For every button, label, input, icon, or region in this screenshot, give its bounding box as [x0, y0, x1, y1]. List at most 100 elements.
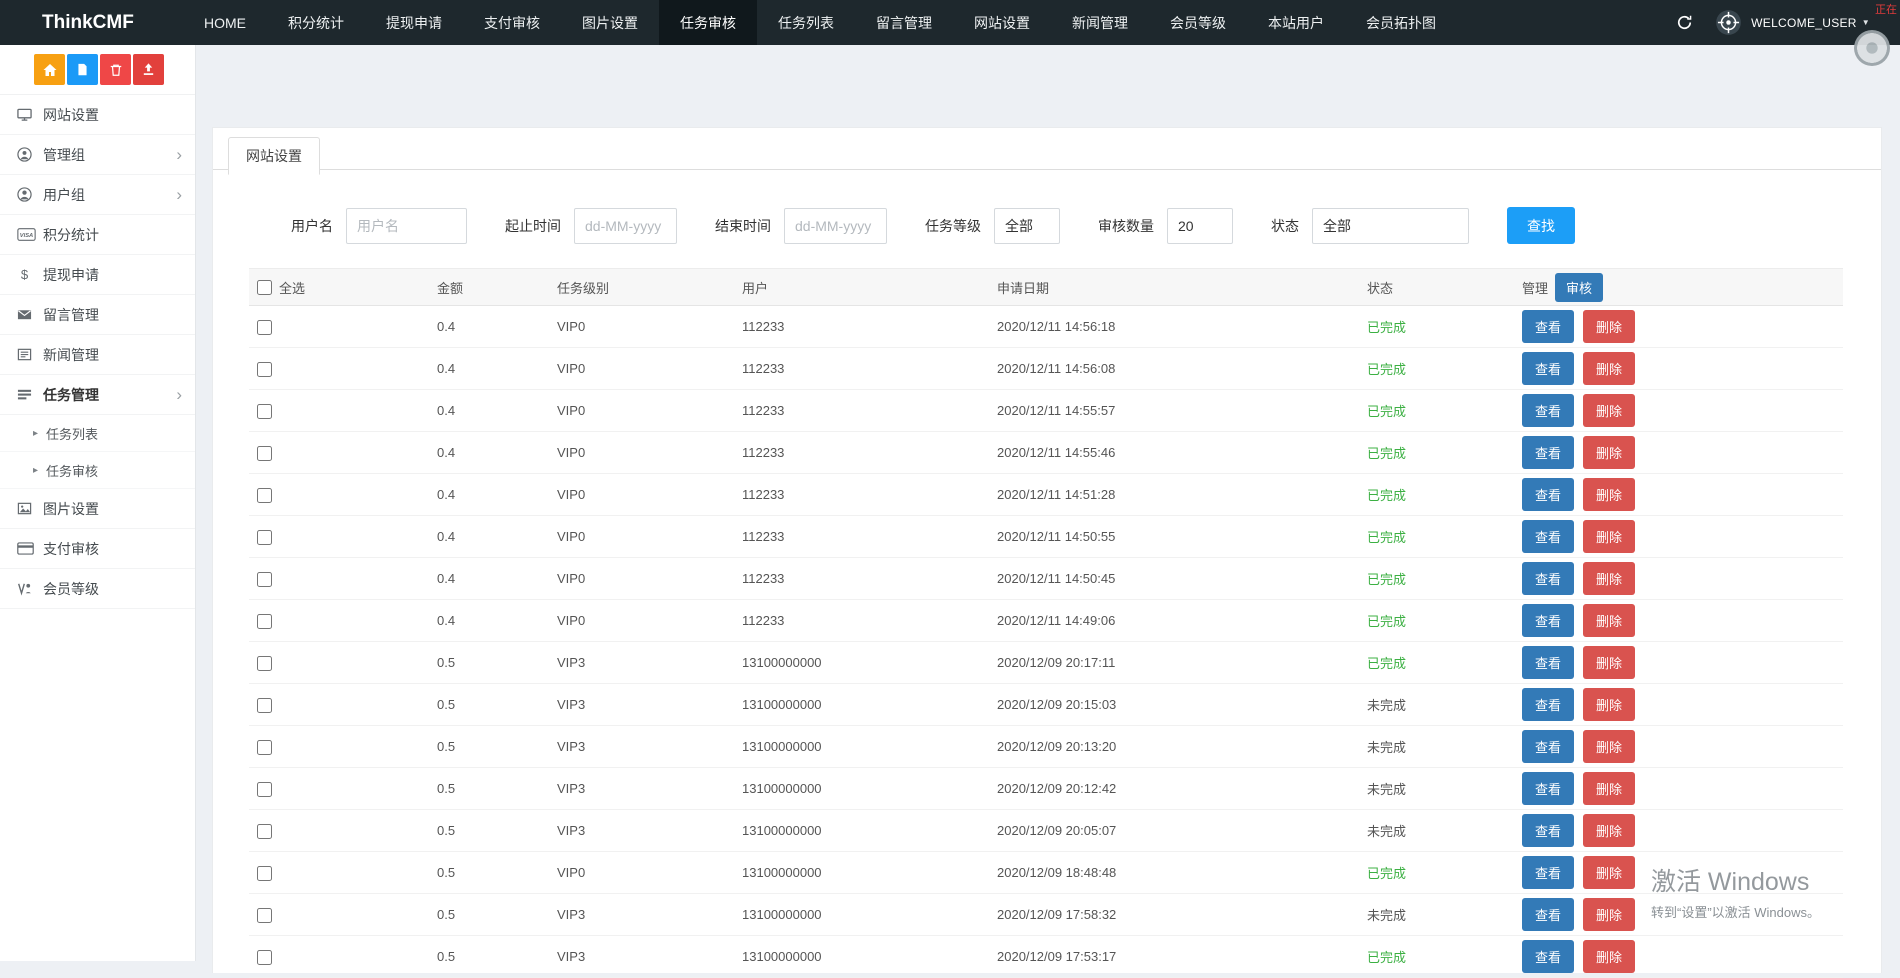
delete-button[interactable]: 删除 — [1583, 940, 1635, 973]
view-button[interactable]: 查看 — [1522, 604, 1574, 637]
row-checkbox[interactable] — [257, 446, 272, 461]
view-button[interactable]: 查看 — [1522, 730, 1574, 763]
delete-button[interactable]: 删除 — [1583, 352, 1635, 385]
nav-item-2[interactable]: 提现申请 — [365, 0, 463, 45]
audit-button[interactable]: 审核 — [1555, 273, 1603, 302]
view-button[interactable]: 查看 — [1522, 478, 1574, 511]
nav-item-6[interactable]: 任务列表 — [757, 0, 855, 45]
delete-button[interactable]: 删除 — [1583, 436, 1635, 469]
sidebar-item-newspaper[interactable]: 新闻管理 — [0, 335, 195, 375]
audit-count-input[interactable] — [1167, 208, 1233, 244]
delete-button[interactable]: 删除 — [1583, 562, 1635, 595]
row-checkbox[interactable] — [257, 782, 272, 797]
row-checkbox[interactable] — [257, 488, 272, 503]
row-checkbox[interactable] — [257, 404, 272, 419]
view-button[interactable]: 查看 — [1522, 436, 1574, 469]
row-checkbox[interactable] — [257, 698, 272, 713]
cell-date: 2020/12/11 14:51:28 — [989, 474, 1359, 516]
view-button[interactable]: 查看 — [1522, 310, 1574, 343]
nav-item-9[interactable]: 新闻管理 — [1051, 0, 1149, 45]
sidebar-item-image[interactable]: 图片设置 — [0, 489, 195, 529]
start-time-label: 起止时间 — [505, 216, 561, 236]
nav-item-8[interactable]: 网站设置 — [953, 0, 1051, 45]
search-button[interactable]: 查找 — [1507, 207, 1575, 244]
nav-item-3[interactable]: 支付审核 — [463, 0, 561, 45]
row-checkbox[interactable] — [257, 614, 272, 629]
nav-item-1[interactable]: 积分统计 — [267, 0, 365, 45]
sidebar-item-dollar[interactable]: $提现申请 — [0, 255, 195, 295]
sidebar-item-credit-card[interactable]: 支付审核 — [0, 529, 195, 569]
row-checkbox[interactable] — [257, 656, 272, 671]
select-all-checkbox[interactable] — [257, 280, 272, 295]
row-checkbox[interactable] — [257, 362, 272, 377]
user-menu[interactable]: WELCOME_USER ▼ — [1751, 16, 1870, 30]
view-button[interactable]: 查看 — [1522, 520, 1574, 553]
row-checkbox[interactable] — [257, 320, 272, 335]
nav-item-0[interactable]: HOME — [183, 0, 267, 45]
delete-button[interactable]: 删除 — [1583, 772, 1635, 805]
delete-button[interactable]: 删除 — [1583, 730, 1635, 763]
nav-item-11[interactable]: 本站用户 — [1247, 0, 1345, 45]
quick-file-button[interactable] — [67, 54, 98, 85]
nav-item-5[interactable]: 任务审核 — [659, 0, 757, 45]
user-avatar-icon[interactable] — [1715, 9, 1742, 36]
delete-button[interactable]: 删除 — [1583, 688, 1635, 721]
delete-button[interactable]: 删除 — [1583, 646, 1635, 679]
nav-item-4[interactable]: 图片设置 — [561, 0, 659, 45]
quick-trash-button[interactable] — [100, 54, 131, 85]
sidebar-subitem-1[interactable]: ▸任务审核 — [0, 452, 195, 489]
nav-item-7[interactable]: 留言管理 — [855, 0, 953, 45]
quick-upload-button[interactable] — [133, 54, 164, 85]
quick-home-button[interactable] — [34, 54, 65, 85]
view-button[interactable]: 查看 — [1522, 856, 1574, 889]
brand-logo[interactable]: ThinkCMF — [0, 0, 183, 45]
delete-button[interactable]: 删除 — [1583, 310, 1635, 343]
view-button[interactable]: 查看 — [1522, 898, 1574, 931]
row-checkbox[interactable] — [257, 740, 272, 755]
refresh-icon[interactable] — [1676, 14, 1693, 31]
sidebar-item-user[interactable]: 用户组› — [0, 175, 195, 215]
delete-button[interactable]: 删除 — [1583, 814, 1635, 847]
view-button[interactable]: 查看 — [1522, 394, 1574, 427]
row-checkbox[interactable] — [257, 866, 272, 881]
sidebar-item-monitor[interactable]: 网站设置 — [0, 95, 195, 135]
row-checkbox[interactable] — [257, 950, 272, 965]
delete-button[interactable]: 删除 — [1583, 856, 1635, 889]
delete-button[interactable]: 删除 — [1583, 604, 1635, 637]
tab-site-settings[interactable]: 网站设置 — [228, 137, 320, 175]
delete-button[interactable]: 删除 — [1583, 478, 1635, 511]
cell-status: 已完成 — [1359, 600, 1514, 642]
task-level-select[interactable]: 全部 — [994, 208, 1060, 244]
status-select[interactable]: 全部 — [1312, 208, 1469, 244]
cell-user: 13100000000 — [734, 936, 989, 978]
cell-amount: 0.5 — [429, 684, 549, 726]
cell-date: 2020/12/11 14:50:45 — [989, 558, 1359, 600]
delete-button[interactable]: 删除 — [1583, 520, 1635, 553]
nav-item-10[interactable]: 会员等级 — [1149, 0, 1247, 45]
sidebar-subitem-0[interactable]: ▸任务列表 — [0, 415, 195, 452]
view-button[interactable]: 查看 — [1522, 646, 1574, 679]
row-checkbox[interactable] — [257, 908, 272, 923]
view-button[interactable]: 查看 — [1522, 772, 1574, 805]
sidebar-item-tasks[interactable]: 任务管理› — [0, 375, 195, 415]
delete-button[interactable]: 删除 — [1583, 394, 1635, 427]
view-button[interactable]: 查看 — [1522, 688, 1574, 721]
view-button[interactable]: 查看 — [1522, 940, 1574, 973]
row-checkbox[interactable] — [257, 530, 272, 545]
end-date-input[interactable] — [784, 208, 887, 244]
row-checkbox[interactable] — [257, 572, 272, 587]
sidebar-item-envelope[interactable]: 留言管理 — [0, 295, 195, 335]
view-button[interactable]: 查看 — [1522, 352, 1574, 385]
sidebar-item-level[interactable]: 会员等级 — [0, 569, 195, 609]
table-row: 0.4VIP01122332020/12/11 14:50:45已完成查看删除 — [249, 558, 1843, 600]
view-button[interactable]: 查看 — [1522, 814, 1574, 847]
username-input[interactable] — [346, 208, 467, 244]
sidebar-item-visa[interactable]: VISA积分统计 — [0, 215, 195, 255]
start-date-input[interactable] — [574, 208, 677, 244]
view-button[interactable]: 查看 — [1522, 562, 1574, 595]
delete-button[interactable]: 删除 — [1583, 898, 1635, 931]
row-checkbox[interactable] — [257, 824, 272, 839]
sidebar-item-users[interactable]: 管理组› — [0, 135, 195, 175]
nav-item-12[interactable]: 会员拓扑图 — [1345, 0, 1457, 45]
cell-level: VIP0 — [549, 348, 734, 390]
